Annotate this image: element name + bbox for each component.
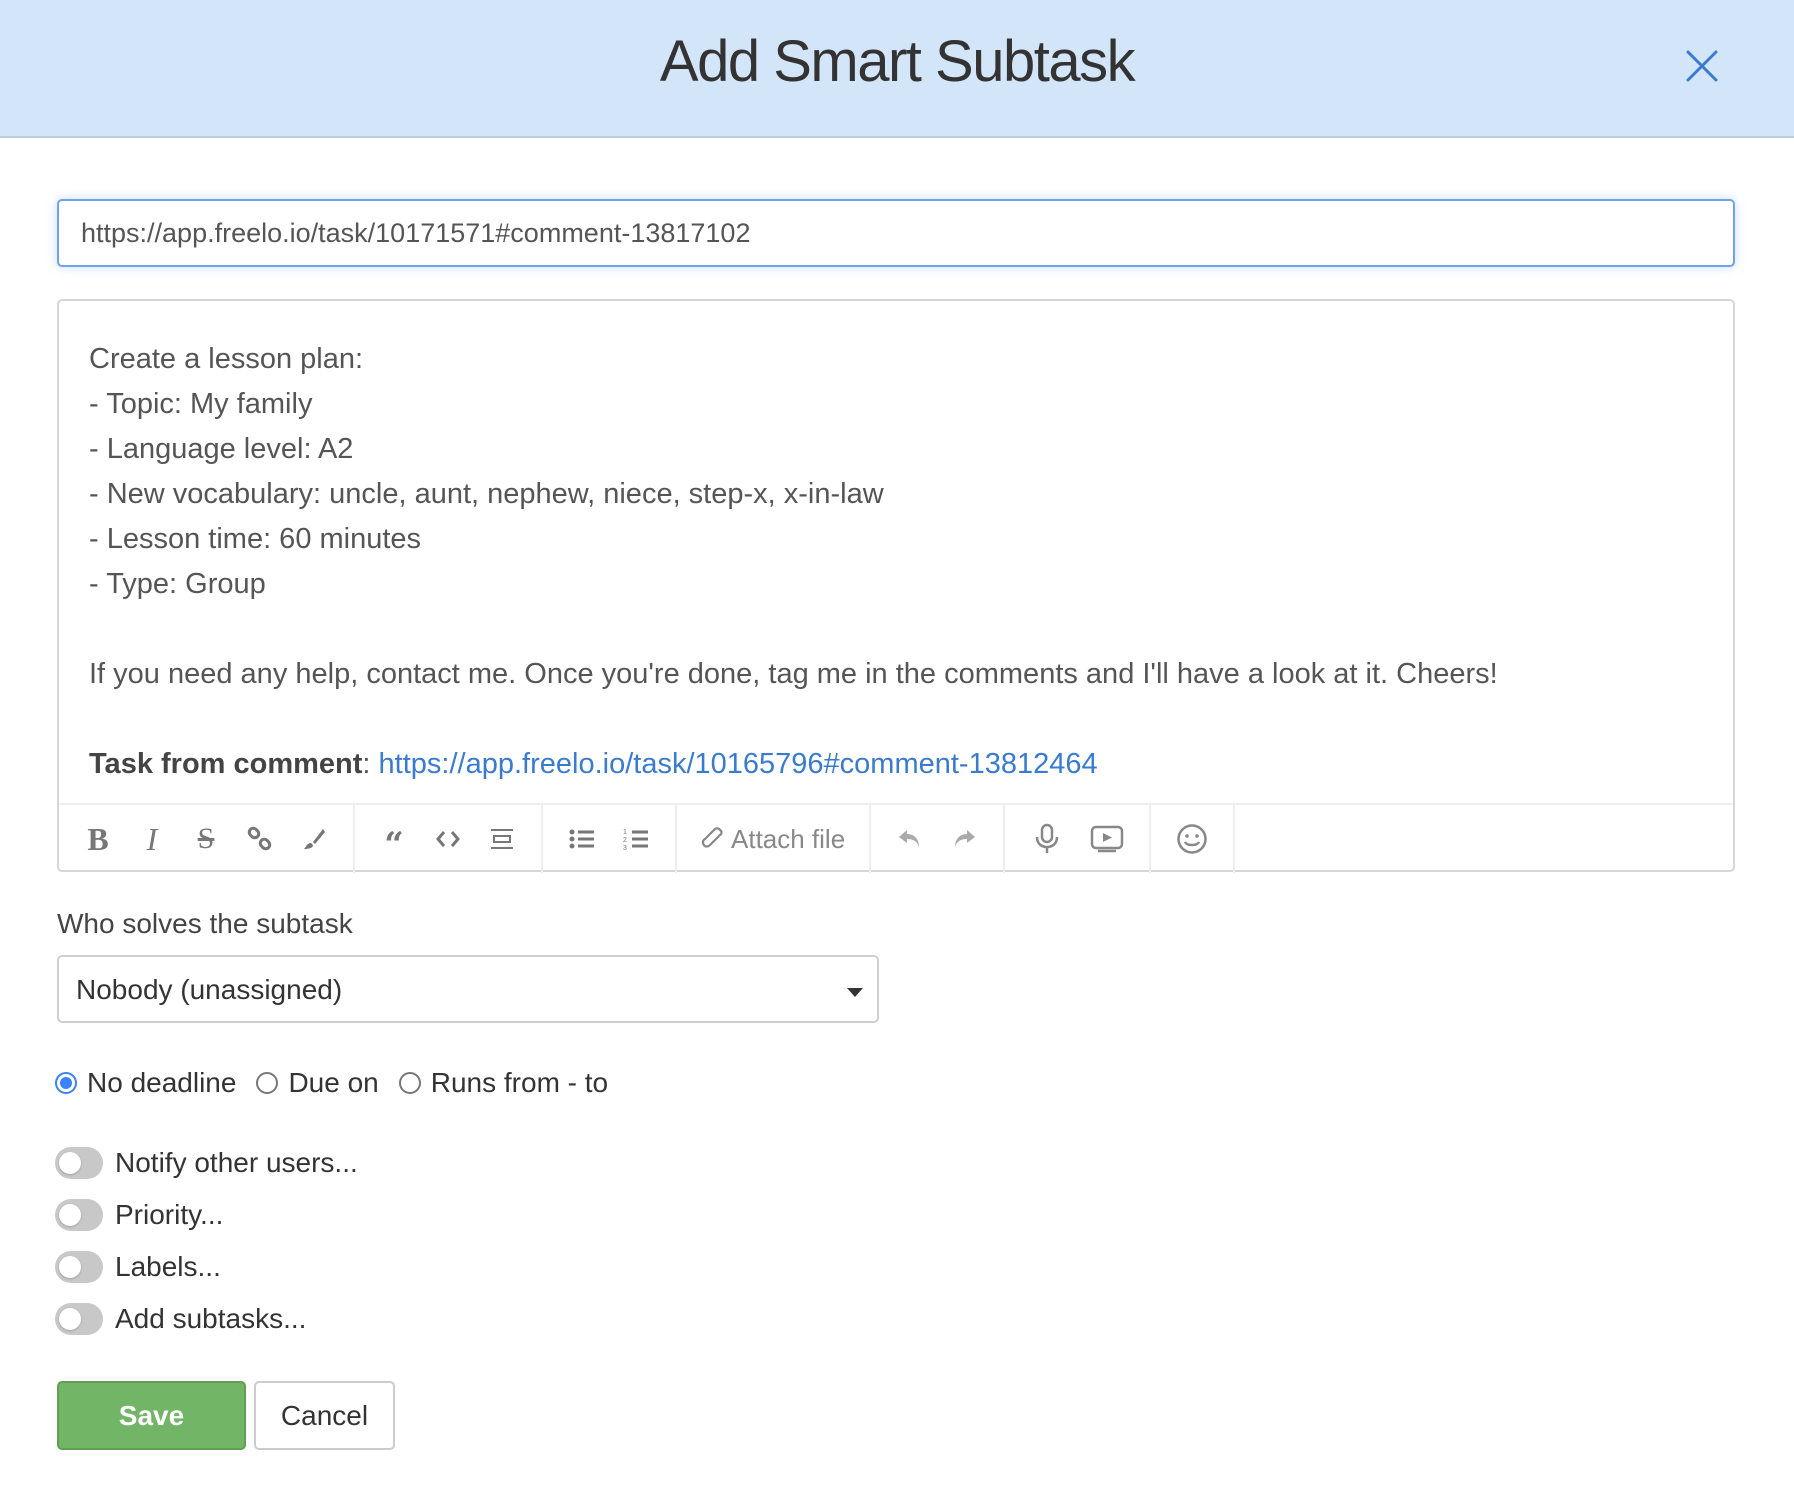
assignee-select[interactable]: Nobody (unassigned) bbox=[57, 955, 879, 1023]
task-source-label: Task from comment bbox=[89, 748, 363, 780]
toolbar-group-emoji bbox=[1151, 805, 1236, 873]
save-button[interactable]: Save bbox=[57, 1381, 246, 1450]
editor-line: - Type: Group bbox=[89, 568, 266, 600]
toggle-notify-users[interactable]: Notify other users... bbox=[55, 1147, 358, 1179]
code-icon bbox=[436, 831, 460, 847]
italic-button[interactable]: I bbox=[125, 812, 179, 866]
toolbar-group-attach: Attach file bbox=[677, 805, 872, 873]
assignee-label: Who solves the subtask bbox=[57, 908, 353, 939]
task-source-line: Task from comment: https://app.freelo.io… bbox=[89, 742, 1703, 787]
code-button[interactable] bbox=[421, 812, 475, 866]
editor-line: - Language level: A2 bbox=[89, 433, 354, 465]
editor-toolbar: B I S “ 123 Attach file bbox=[59, 803, 1733, 873]
horizontal-rule-button[interactable] bbox=[475, 812, 529, 866]
toolbar-group-block: “ bbox=[355, 805, 543, 873]
quote-icon: “ bbox=[384, 825, 404, 865]
link-button[interactable] bbox=[233, 812, 287, 866]
svg-text:1: 1 bbox=[623, 829, 627, 836]
microphone-button[interactable] bbox=[1017, 812, 1077, 866]
toolbar-group-format: B I S bbox=[59, 805, 355, 873]
task-source-separator: : bbox=[362, 748, 379, 780]
editor-line: If you need any help, contact me. Once y… bbox=[89, 658, 1498, 690]
svg-text:2: 2 bbox=[623, 837, 627, 844]
horizontal-rule-icon bbox=[491, 829, 513, 849]
toggle-switch[interactable] bbox=[55, 1251, 103, 1283]
dialog-header: Add Smart Subtask bbox=[0, 0, 1794, 138]
toggle-priority[interactable]: Priority... bbox=[55, 1199, 223, 1231]
toolbar-group-history bbox=[871, 805, 1006, 873]
numbered-list-button[interactable]: 123 bbox=[609, 812, 663, 866]
strikethrough-icon: S bbox=[197, 822, 215, 855]
emoji-button[interactable] bbox=[1163, 812, 1221, 866]
numbered-list-icon: 123 bbox=[623, 829, 648, 851]
redo-button[interactable] bbox=[937, 812, 991, 866]
editor-content[interactable]: Create a lesson plan: - Topic: My family… bbox=[89, 337, 1703, 787]
radio-label: Runs from - to bbox=[430, 1067, 609, 1098]
quote-button[interactable]: “ bbox=[367, 812, 421, 866]
editor-line: - Topic: My family bbox=[89, 388, 313, 420]
radio-unchecked-icon bbox=[398, 1072, 421, 1094]
toggle-label: Add subtasks... bbox=[115, 1303, 307, 1334]
close-icon bbox=[1686, 50, 1718, 82]
video-button[interactable] bbox=[1077, 812, 1137, 866]
svg-text:3: 3 bbox=[623, 845, 627, 851]
radio-unchecked-icon bbox=[256, 1072, 279, 1094]
cancel-button[interactable]: Cancel bbox=[254, 1381, 395, 1450]
bullet-list-icon bbox=[569, 829, 594, 849]
radio-label: No deadline bbox=[87, 1067, 237, 1098]
brush-button[interactable] bbox=[287, 812, 341, 866]
toggle-label: Priority... bbox=[115, 1199, 224, 1230]
radio-checked-icon bbox=[55, 1072, 77, 1094]
toggle-switch[interactable] bbox=[55, 1147, 103, 1179]
radio-runs-from-to[interactable]: Runs from - to bbox=[398, 1067, 609, 1099]
italic-icon: I bbox=[146, 820, 158, 857]
brush-icon bbox=[304, 829, 325, 849]
editor-line: - New vocabulary: uncle, aunt, nephew, n… bbox=[89, 478, 884, 510]
toggle-label: Notify other users... bbox=[115, 1147, 358, 1178]
description-editor[interactable]: Create a lesson plan: - Topic: My family… bbox=[57, 299, 1735, 873]
dialog-title: Add Smart Subtask bbox=[659, 29, 1136, 94]
bold-button[interactable]: B bbox=[71, 812, 125, 866]
undo-icon bbox=[899, 830, 920, 847]
url-input[interactable] bbox=[57, 199, 1735, 267]
bold-icon: B bbox=[87, 820, 109, 857]
toolbar-group-media bbox=[1005, 805, 1152, 873]
assignee-selected-value: Nobody (unassigned) bbox=[76, 974, 343, 1005]
radio-no-deadline[interactable]: No deadline bbox=[55, 1067, 236, 1099]
toolbar-group-lists: 123 bbox=[543, 805, 677, 873]
strikethrough-button[interactable]: S bbox=[179, 812, 233, 866]
chevron-down-icon bbox=[847, 988, 863, 997]
redo-icon bbox=[955, 830, 976, 847]
emoji-icon bbox=[1177, 824, 1207, 854]
deadline-radio-group: No deadline Due on Runs from - to bbox=[55, 1067, 628, 1099]
undo-button[interactable] bbox=[883, 812, 937, 866]
toggle-switch[interactable] bbox=[55, 1303, 103, 1335]
attach-file-label: Attach file bbox=[731, 823, 846, 854]
toggle-labels[interactable]: Labels... bbox=[55, 1251, 221, 1283]
radio-due-on[interactable]: Due on bbox=[256, 1067, 379, 1099]
toggle-add-subtasks[interactable]: Add subtasks... bbox=[55, 1303, 306, 1335]
bullet-list-button[interactable] bbox=[555, 812, 609, 866]
toggle-switch[interactable] bbox=[55, 1199, 103, 1231]
paperclip-icon bbox=[701, 827, 723, 848]
link-icon bbox=[247, 826, 272, 851]
attach-file-button[interactable]: Attach file bbox=[687, 805, 859, 873]
radio-label: Due on bbox=[288, 1067, 379, 1098]
task-source-link[interactable]: https://app.freelo.io/task/10165796#comm… bbox=[379, 748, 1098, 780]
editor-line: Create a lesson plan: bbox=[89, 343, 364, 375]
video-icon bbox=[1090, 825, 1124, 853]
editor-line: - Lesson time: 60 minutes bbox=[89, 523, 422, 555]
toggle-label: Labels... bbox=[115, 1251, 221, 1282]
close-button[interactable] bbox=[1684, 48, 1720, 84]
microphone-icon bbox=[1035, 823, 1059, 853]
